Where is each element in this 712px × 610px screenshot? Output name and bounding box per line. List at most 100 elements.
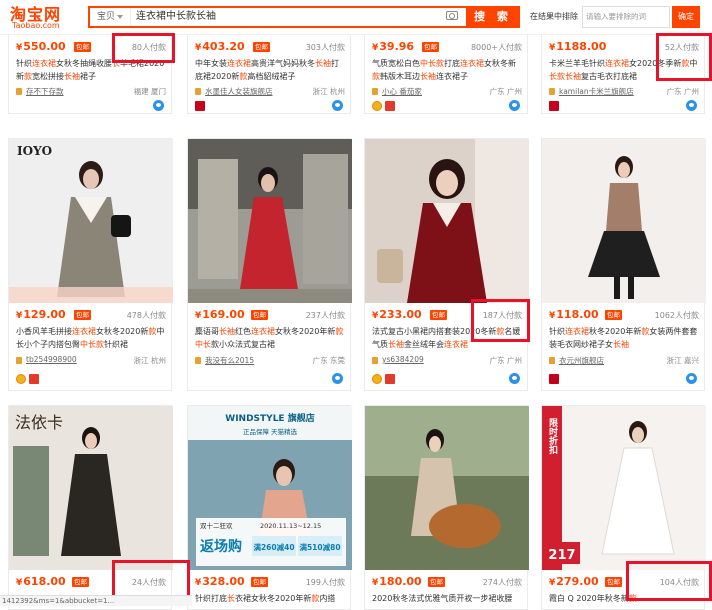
banner-brand: WINDSTYLE 旗舰店	[225, 412, 314, 424]
paid-count: 237人付款	[305, 311, 345, 320]
price-line: ¥129.00 包邮 478人付款	[16, 308, 166, 324]
paid-count: 303人付款	[305, 43, 345, 52]
free-shipping-badge: 包邮	[253, 42, 270, 52]
title-text: 网纱裙子女	[573, 340, 613, 349]
product-title[interactable]: 麋语哥长袖红色连衣裙女秋冬2020年新款中长款小众法式复古裙	[195, 325, 345, 351]
banner-coupon-2: 满510减80	[299, 542, 340, 552]
shop-line: 我没有么2015 广东 东莞	[195, 355, 345, 367]
product-card[interactable]: ¥180.00 包邮 274人付款 2020秋冬法式优雅气质开衩一步裙收腰	[364, 405, 529, 610]
product-image[interactable]: 限时折扣 217	[542, 406, 706, 570]
free-shipping-badge: 包邮	[428, 577, 445, 587]
shop-name[interactable]: 我没有么2015	[205, 355, 254, 366]
highlight-box	[112, 560, 190, 600]
keyword-highlight: 长袖	[613, 340, 629, 349]
highlight-box	[112, 33, 175, 63]
wangwang-chat-icon[interactable]	[153, 100, 164, 111]
price-line: ¥118.00 包邮 1062人付款	[549, 308, 699, 324]
product-image[interactable]: IOYO	[9, 139, 173, 303]
product-card[interactable]: ¥118.00 包邮 1062人付款 针织连衣裙秋冬2020年新款女装两件套套装…	[541, 138, 706, 391]
title-text: 宽松拼接	[32, 72, 64, 81]
product-card[interactable]: ¥233.00 包邮 187人付款 法式复古小黑裙内搭套装2020冬新款名媛气质…	[364, 138, 529, 391]
product-image[interactable]	[365, 139, 529, 303]
location: 浙江 杭州	[133, 356, 166, 365]
product-title[interactable]: 中年女装连衣裙高贵洋气妈妈秋冬长袖打底裙2020新款高档貂绒裙子	[195, 57, 345, 83]
product-title[interactable]: 2020秋冬法式优雅气质开衩一步裙收腰	[372, 592, 522, 605]
title-text: 女秋冬2020新	[96, 327, 149, 336]
wangwang-chat-icon[interactable]	[509, 100, 520, 111]
product-image[interactable]: 法依卡	[9, 406, 173, 570]
product-image[interactable]: WINDSTYLE 旗舰店 正品保障 天猫精选 双十二狂欢 2020.11.13…	[188, 406, 352, 570]
shop-icon	[549, 88, 555, 95]
shop-icon	[372, 88, 378, 95]
product-card[interactable]: ¥403.20 包邮 303人付款 中年女装连衣裙高贵洋气妈妈秋冬长袖打底裙20…	[187, 34, 351, 114]
wangwang-chat-icon[interactable]	[686, 373, 697, 384]
medal-icon	[16, 374, 26, 384]
banner-vertical: 限时折扣	[547, 418, 558, 455]
keyword-highlight: 款	[24, 72, 32, 81]
service-icons	[372, 100, 522, 112]
product-title[interactable]: 气质宽松白色中长款打底连衣裙女秋冬新款韩版木耳边长袖连衣裙子	[372, 57, 522, 83]
exclude-input[interactable]: 请输入要排除的词	[582, 6, 670, 28]
highlight-box	[656, 33, 712, 81]
search-button[interactable]: 搜 索	[466, 6, 520, 28]
exclude-confirm-button[interactable]: 确定	[672, 6, 700, 28]
keyword-highlight: 长袖	[219, 327, 235, 336]
product-image[interactable]	[365, 406, 529, 570]
price: ¥403.20	[195, 40, 245, 53]
shop-name[interactable]: 小心 番茄家	[382, 86, 422, 97]
title-text: 衣裙女秋冬2020年新	[235, 594, 312, 603]
keyword-highlight: 长袖	[64, 72, 80, 81]
title-text: 高贵洋气妈妈秋冬	[251, 59, 315, 68]
free-shipping-badge: 包邮	[430, 310, 447, 320]
shop-line: 存不下存款 福建 厦门	[16, 86, 166, 98]
shop-name[interactable]: tb254998900	[26, 355, 77, 364]
promo-banner: WINDSTYLE 旗舰店 正品保障 天猫精选 双十二狂欢 2020.11.13…	[188, 406, 352, 570]
title-text: 款小众法式复古裙	[211, 340, 275, 349]
location: 广东 广州	[489, 87, 522, 96]
banner-top: 双十二狂欢	[200, 521, 233, 530]
product-title[interactable]: 针织打底长衣裙女秋冬2020年新款内搭	[195, 592, 345, 605]
wangwang-chat-icon[interactable]	[332, 373, 343, 384]
keyword-highlight: 长袖	[388, 340, 404, 349]
taobao-logo[interactable]: 淘宝网 Taobao.com	[10, 1, 80, 33]
product-card[interactable]: ¥169.00 包邮 237人付款 麋语哥长袖红色连衣裙女秋冬2020年新款中长…	[187, 138, 352, 391]
price-line: ¥328.00 包邮 199人付款	[195, 575, 345, 591]
shop-line: kamilan卡米兰旗舰店 广东 广州	[549, 86, 699, 98]
dress-photo: 限时折扣 217	[542, 406, 706, 570]
shop-name[interactable]: 存不下存款	[26, 86, 64, 97]
title-text: 中年女装	[195, 59, 227, 68]
product-image[interactable]	[542, 139, 706, 303]
title-text: 针织裙	[104, 340, 128, 349]
price: ¥169.00	[195, 308, 245, 321]
wangwang-chat-icon[interactable]	[686, 100, 697, 111]
medal-icon	[372, 374, 382, 384]
shop-name[interactable]: 水墨佳人女装旗舰店	[205, 86, 273, 97]
title-text: 女秋冬2020年新	[275, 327, 336, 336]
keyword-highlight: 连衣裙	[605, 59, 629, 68]
price: ¥1188.00	[549, 40, 607, 53]
keyword-highlight: 连衣裙	[32, 59, 56, 68]
price: ¥39.96	[372, 40, 415, 53]
title-text: 内搭	[319, 594, 336, 603]
wangwang-chat-icon[interactable]	[332, 100, 343, 111]
shop-name[interactable]: 衣元州旗舰店	[559, 355, 604, 366]
product-card[interactable]: IOYO ¥129.00 包邮 478人付款 小香风羊毛拼接连衣裙女秋冬2020…	[8, 138, 173, 391]
wangwang-chat-icon[interactable]	[509, 373, 520, 384]
product-card[interactable]: WINDSTYLE 旗舰店 正品保障 天猫精选 双十二狂欢 2020.11.13…	[187, 405, 352, 610]
product-card[interactable]: ¥39.96 包邮 8000+人付款 气质宽松白色中长款打底连衣裙女秋冬新款韩版…	[364, 34, 528, 114]
product-image[interactable]	[188, 139, 352, 303]
keyword-highlight: 款	[335, 327, 344, 336]
product-title[interactable]: 小香风羊毛拼接连衣裙女秋冬2020新款中长小个子内搭包臀中长款针织裙	[16, 325, 166, 351]
camera-icon[interactable]	[446, 11, 458, 20]
search-input[interactable]: 连衣裙中长款长袖	[136, 8, 436, 26]
shop-name[interactable]: kamilan卡米兰旗舰店	[559, 86, 634, 97]
service-icons	[195, 373, 345, 385]
search-category-select[interactable]: 宝贝	[90, 8, 131, 26]
title-text: 打底	[444, 59, 460, 68]
free-shipping-badge: 包邮	[72, 577, 89, 587]
product-title[interactable]: 针织连衣裙秋冬2020年新款女装两件套套装毛衣网纱裙子女长袖	[549, 325, 699, 351]
shop-name[interactable]: ys6384209	[382, 355, 424, 364]
dress-photo	[365, 406, 529, 570]
price-line: ¥39.96 包邮 8000+人付款	[372, 40, 522, 56]
title-text: 针织	[549, 327, 565, 336]
